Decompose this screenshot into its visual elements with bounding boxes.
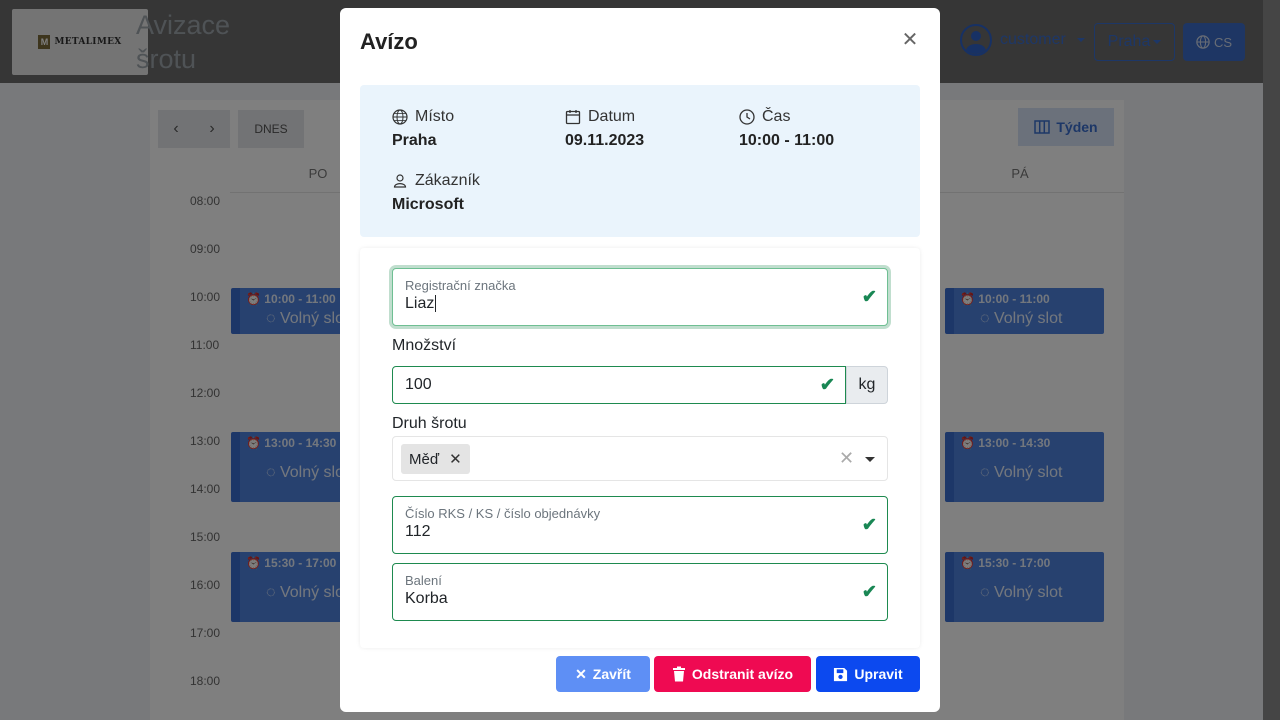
globe-icon [392,109,408,125]
info-time: Čas 10:00 - 11:00 [739,108,834,150]
info-date-label-text: Datum [588,108,636,125]
scrap-type-label: Druh šrotu [392,415,467,432]
save-button-label: Upravit [854,666,903,682]
rks-label: Číslo RKS / KS / číslo objednávky [405,506,601,521]
calendar-icon [565,110,581,125]
close-button[interactable]: ✕ Zavřít [556,656,650,692]
quantity-unit: kg [846,366,888,404]
check-icon: ✔ [861,286,877,307]
plate-label: Registrační značka [405,278,516,293]
save-button[interactable]: Upravit [816,656,920,692]
rks-field[interactable]: Číslo RKS / KS / číslo objednávky 112 ✔ [392,496,888,554]
check-icon: ✔ [861,581,877,602]
rks-value: 112 [405,523,431,540]
quantity-input[interactable]: 100 ✔ [392,366,846,404]
info-date-label: Datum [565,108,644,126]
info-date-value: 09.11.2023 [565,132,645,149]
scrap-type-chip: Měď ✕ [401,444,470,474]
scrap-type-chip-label: Měď [409,450,440,468]
avizo-form: Registrační značka Liaz ✔ Množství 100 ✔… [360,248,920,648]
info-place-label-text: Místo [415,108,455,125]
x-icon: ✕ [575,665,587,682]
info-place: Místo Praha [392,108,454,150]
delete-button-label: Odstranit avízo [691,666,794,682]
avizo-modal: Avízo ✕ Místo Praha Datum 09.11.2023 Čas… [340,8,940,712]
packaging-label: Balení [405,573,442,588]
info-customer-label: Zákazník [392,172,480,190]
close-button-label: Zavřít [592,666,631,682]
clock-icon [739,109,755,125]
close-icon[interactable]: ✕ [898,28,922,52]
trash-icon [672,666,685,682]
info-place-value: Praha [392,132,437,149]
clear-selection-icon[interactable]: ✕ [839,448,854,469]
plate-value-text: Liaz [405,295,435,312]
chevron-down-icon[interactable] [865,457,875,462]
text-cursor [435,295,437,312]
quantity-value: 100 [405,376,432,393]
quantity-label: Množství [392,337,457,354]
packaging-value: Korba [405,590,448,607]
info-date: Datum 09.11.2023 [565,108,644,150]
packaging-field[interactable]: Balení Korba ✔ [392,563,888,621]
check-icon: ✔ [861,514,877,535]
floppy-disk-icon [834,667,848,681]
remove-chip-icon[interactable]: ✕ [449,450,462,468]
info-place-label: Místo [392,108,454,126]
info-panel: Místo Praha Datum 09.11.2023 Čas 10:00 -… [360,85,920,237]
person-icon [393,174,407,188]
modal-title: Avízo [360,29,418,54]
info-time-label: Čas [739,108,834,126]
plate-field[interactable]: Registrační značka Liaz ✔ [392,268,888,326]
info-customer-label-text: Zákazník [415,172,480,189]
delete-avizo-button[interactable]: Odstranit avízo [654,656,811,692]
info-customer: Zákazník Microsoft [392,172,480,214]
plate-value: Liaz [405,295,437,313]
info-time-label-text: Čas [762,108,791,125]
info-customer-value: Microsoft [392,196,464,213]
check-icon: ✔ [819,374,835,395]
scrap-type-select[interactable]: Měď ✕ ✕ [392,436,888,481]
info-time-value: 10:00 - 11:00 [739,132,835,149]
